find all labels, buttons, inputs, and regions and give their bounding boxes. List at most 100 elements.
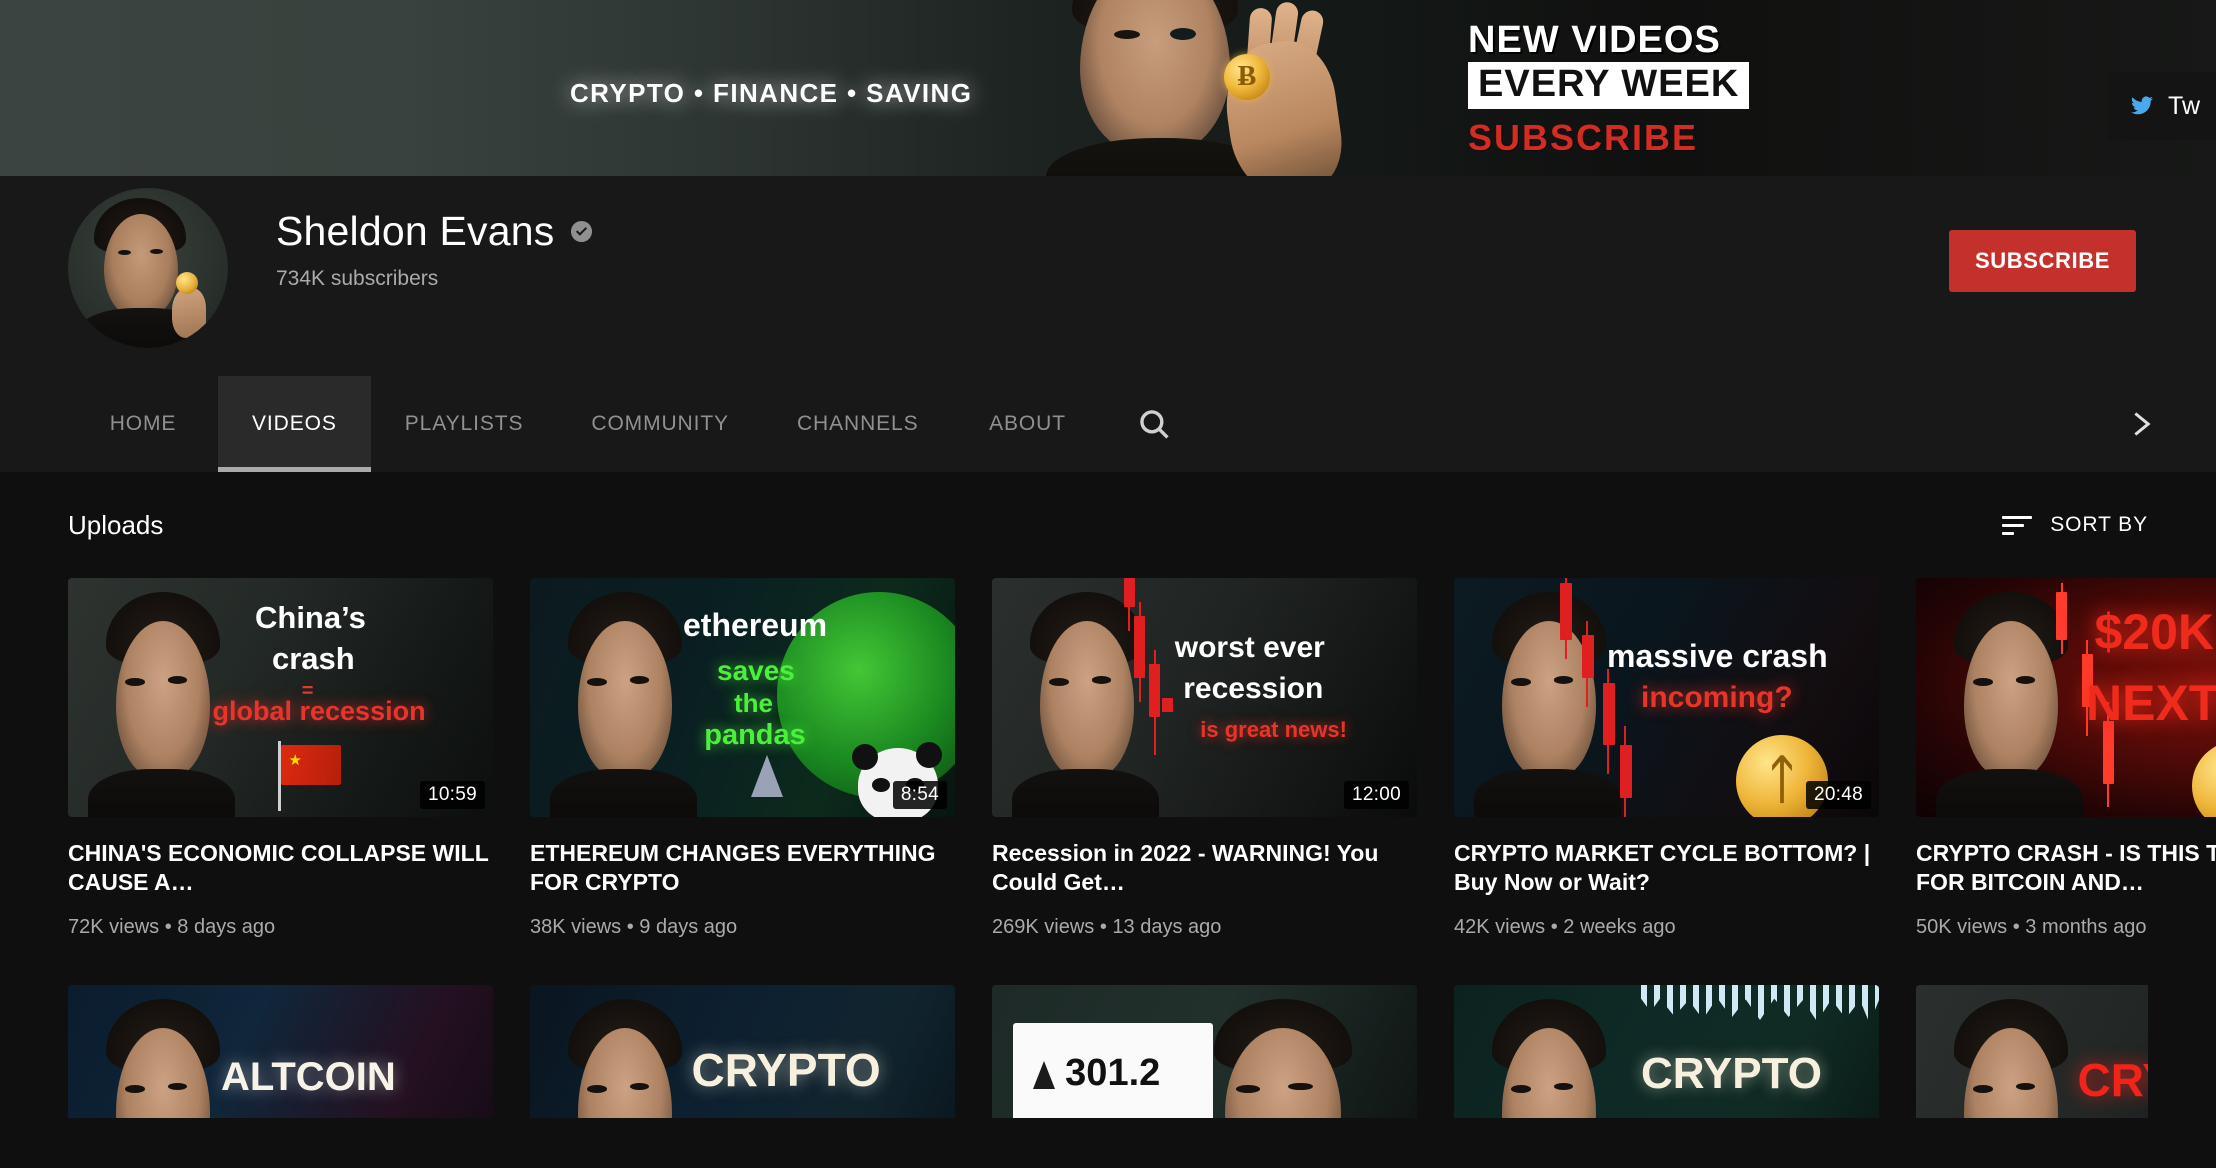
video-card: China’s crash = global recession ★ 10:59… xyxy=(68,578,493,939)
video-card: worst ever recession is great news! 12:0… xyxy=(992,578,1417,939)
thumb-text: CRYPTO xyxy=(691,1044,881,1096)
thumb-text: massive crash xyxy=(1607,638,1828,675)
video-meta: 50K views • 3 months ago xyxy=(1916,915,2147,938)
portfolio-balance-card: 301.2 PORTFOLIO BALANCE xyxy=(1013,1023,1213,1118)
banner-cta: NEW VIDEOS EVERY WEEK SUBSCRIBE xyxy=(1468,19,1750,159)
video-card: CRYPTO WINTER? xyxy=(1454,984,1879,1118)
avatar-bitcoin-icon xyxy=(176,272,198,294)
twitter-icon xyxy=(2131,96,2154,115)
thumb-text: the xyxy=(734,688,773,719)
china-flag-icon: ★ xyxy=(280,745,341,786)
tabs-next-button[interactable] xyxy=(2126,376,2154,472)
video-card: CRYPTO MORE PAIN xyxy=(1916,984,2149,1118)
thumb-text: $20K xyxy=(2094,603,2215,660)
video-thumbnail[interactable]: ethereum saves the pandas 8:54 xyxy=(530,578,955,817)
bitcoin-coin-icon: ᛏ xyxy=(2191,741,2216,817)
subscriber-count: 734K subscribers xyxy=(276,267,439,290)
avatar-eye-left xyxy=(118,250,131,255)
thumb-text: CRYPTO xyxy=(1641,1048,1822,1098)
channel-search-button[interactable] xyxy=(1103,376,1205,472)
thumb-text: NEXT? xyxy=(2086,675,2216,732)
thumb-text: recession xyxy=(1183,671,1324,705)
banner-person-head xyxy=(1080,0,1230,155)
video-thumbnail[interactable]: CRYPTO MORE PAIN xyxy=(1916,984,2149,1118)
video-title[interactable]: CRYPTO CRASH - IS THIS THE END FOR BITCO… xyxy=(1916,839,2216,898)
video-duration: 20:48 xyxy=(1805,781,1871,809)
section-title: Uploads xyxy=(68,509,164,540)
banner-twitter-link[interactable]: Tw xyxy=(2108,72,2216,140)
subscribe-button[interactable]: SUBSCRIBE xyxy=(1949,230,2136,292)
banner-cta-line1: NEW VIDEOS xyxy=(1468,19,1721,61)
video-card: ethereum saves the pandas 8:54 ETHEREUM … xyxy=(530,578,955,939)
thumb-text: is great news! xyxy=(1200,717,1347,742)
thumb-text: 301.2 xyxy=(1065,1052,1161,1095)
avatar-face xyxy=(104,214,178,318)
video-title[interactable]: ETHEREUM CHANGES EVERYTHING FOR CRYPTO xyxy=(530,839,955,898)
banner-twitter-label: Tw xyxy=(2168,91,2200,120)
avatar-hand xyxy=(172,288,206,338)
video-meta: 38K views • 9 days ago xyxy=(530,915,738,938)
video-duration: 10:59 xyxy=(419,781,485,809)
video-card: ALTCOIN SEASON xyxy=(68,984,493,1118)
video-duration: 8:54 xyxy=(892,781,947,809)
thumb-text: incoming? xyxy=(1641,681,1793,715)
channel-banner: CRYPTO • FINANCE • SAVING Ƀ NEW VIDEOS E… xyxy=(0,0,2216,176)
tab-videos[interactable]: VIDEOS xyxy=(218,376,371,472)
banner-person-eye-left xyxy=(1114,30,1140,39)
videos-grid-row-2: ALTCOIN SEASON CRYPTO RALLY xyxy=(68,984,2149,1118)
sort-icon xyxy=(2002,515,2033,535)
tab-channels[interactable]: CHANNELS xyxy=(763,376,953,472)
avatar[interactable] xyxy=(68,188,228,348)
video-card: $20K NEXT? ᛏ 12:53 CRYPTO CRASH - IS THI… xyxy=(1916,578,2216,939)
sort-by-button[interactable]: SORT BY xyxy=(2002,513,2148,537)
thumb-text: ALTCOIN xyxy=(221,1054,396,1099)
chevron-right-icon xyxy=(2134,412,2151,436)
host-figure xyxy=(1471,592,1624,817)
video-thumbnail[interactable]: massive crash incoming? ᛏ 20:48 xyxy=(1454,578,1879,817)
video-thumbnail[interactable]: ALTCOIN SEASON xyxy=(68,984,493,1118)
video-duration: 12:00 xyxy=(1343,781,1409,809)
host-figure xyxy=(547,999,700,1118)
avatar-eye-right xyxy=(150,249,163,254)
tab-about[interactable]: ABOUT xyxy=(953,376,1103,472)
video-thumbnail[interactable]: China’s crash = global recession ★ 10:59 xyxy=(68,578,493,817)
search-icon xyxy=(1139,410,1169,439)
channel-tabs: HOME VIDEOS PLAYLISTS COMMUNITY CHANNELS… xyxy=(0,376,2216,472)
video-card: massive crash incoming? ᛏ 20:48 CRYPTO M… xyxy=(1454,578,1879,939)
ethereum-logo-icon xyxy=(1033,1060,1056,1089)
thumb-text: saves xyxy=(717,654,795,686)
video-meta: 72K views • 8 days ago xyxy=(68,915,276,938)
thumb-text: global recession xyxy=(212,695,426,726)
icicles-icon xyxy=(1641,984,1879,1024)
videos-content: Uploads SORT BY China’s crash = global r… xyxy=(0,472,2216,1118)
video-thumbnail[interactable]: CRYPTO RALLY xyxy=(530,984,955,1118)
tab-community[interactable]: COMMUNITY xyxy=(557,376,763,472)
tab-home[interactable]: HOME xyxy=(68,376,218,472)
thumb-text: pandas xyxy=(704,719,806,752)
host-figure xyxy=(85,999,238,1118)
banner-person-image: Ƀ xyxy=(1010,0,1348,176)
host-figure xyxy=(1188,999,1375,1118)
video-title[interactable]: CRYPTO MARKET CYCLE BOTTOM? | Buy Now or… xyxy=(1454,839,1879,898)
flag-pole xyxy=(278,740,282,811)
banner-person-eye-right xyxy=(1170,28,1196,40)
video-thumbnail[interactable]: 301.2 PORTFOLIO BALANCE xyxy=(992,984,1417,1118)
verified-badge-icon xyxy=(571,220,593,243)
banner-cta-line2: EVERY WEEK xyxy=(1468,62,1750,109)
thumb-text: China’s xyxy=(255,599,366,635)
video-card: CRYPTO RALLY xyxy=(530,984,955,1118)
host-figure xyxy=(547,592,700,817)
host-figure xyxy=(1933,999,2086,1118)
bitcoin-coin-icon: Ƀ xyxy=(1224,54,1270,100)
video-title[interactable]: CHINA'S ECONOMIC COLLAPSE WILL CAUSE A… xyxy=(68,839,493,898)
thumb-text: CRYPTO xyxy=(2077,1053,2149,1106)
videos-grid-row-1: China’s crash = global recession ★ 10:59… xyxy=(68,578,2216,939)
ethereum-logo-icon xyxy=(751,754,783,797)
channel-name: Sheldon Evans xyxy=(276,208,555,254)
video-thumbnail[interactable]: CRYPTO WINTER? xyxy=(1454,984,1879,1118)
video-thumbnail[interactable]: worst ever recession is great news! 12:0… xyxy=(992,578,1417,817)
video-thumbnail[interactable]: $20K NEXT? ᛏ 12:53 xyxy=(1916,578,2216,817)
video-title[interactable]: Recession in 2022 - WARNING! You Could G… xyxy=(992,839,1417,898)
thumb-text: ethereum xyxy=(683,607,828,644)
tab-playlists[interactable]: PLAYLISTS xyxy=(371,376,558,472)
